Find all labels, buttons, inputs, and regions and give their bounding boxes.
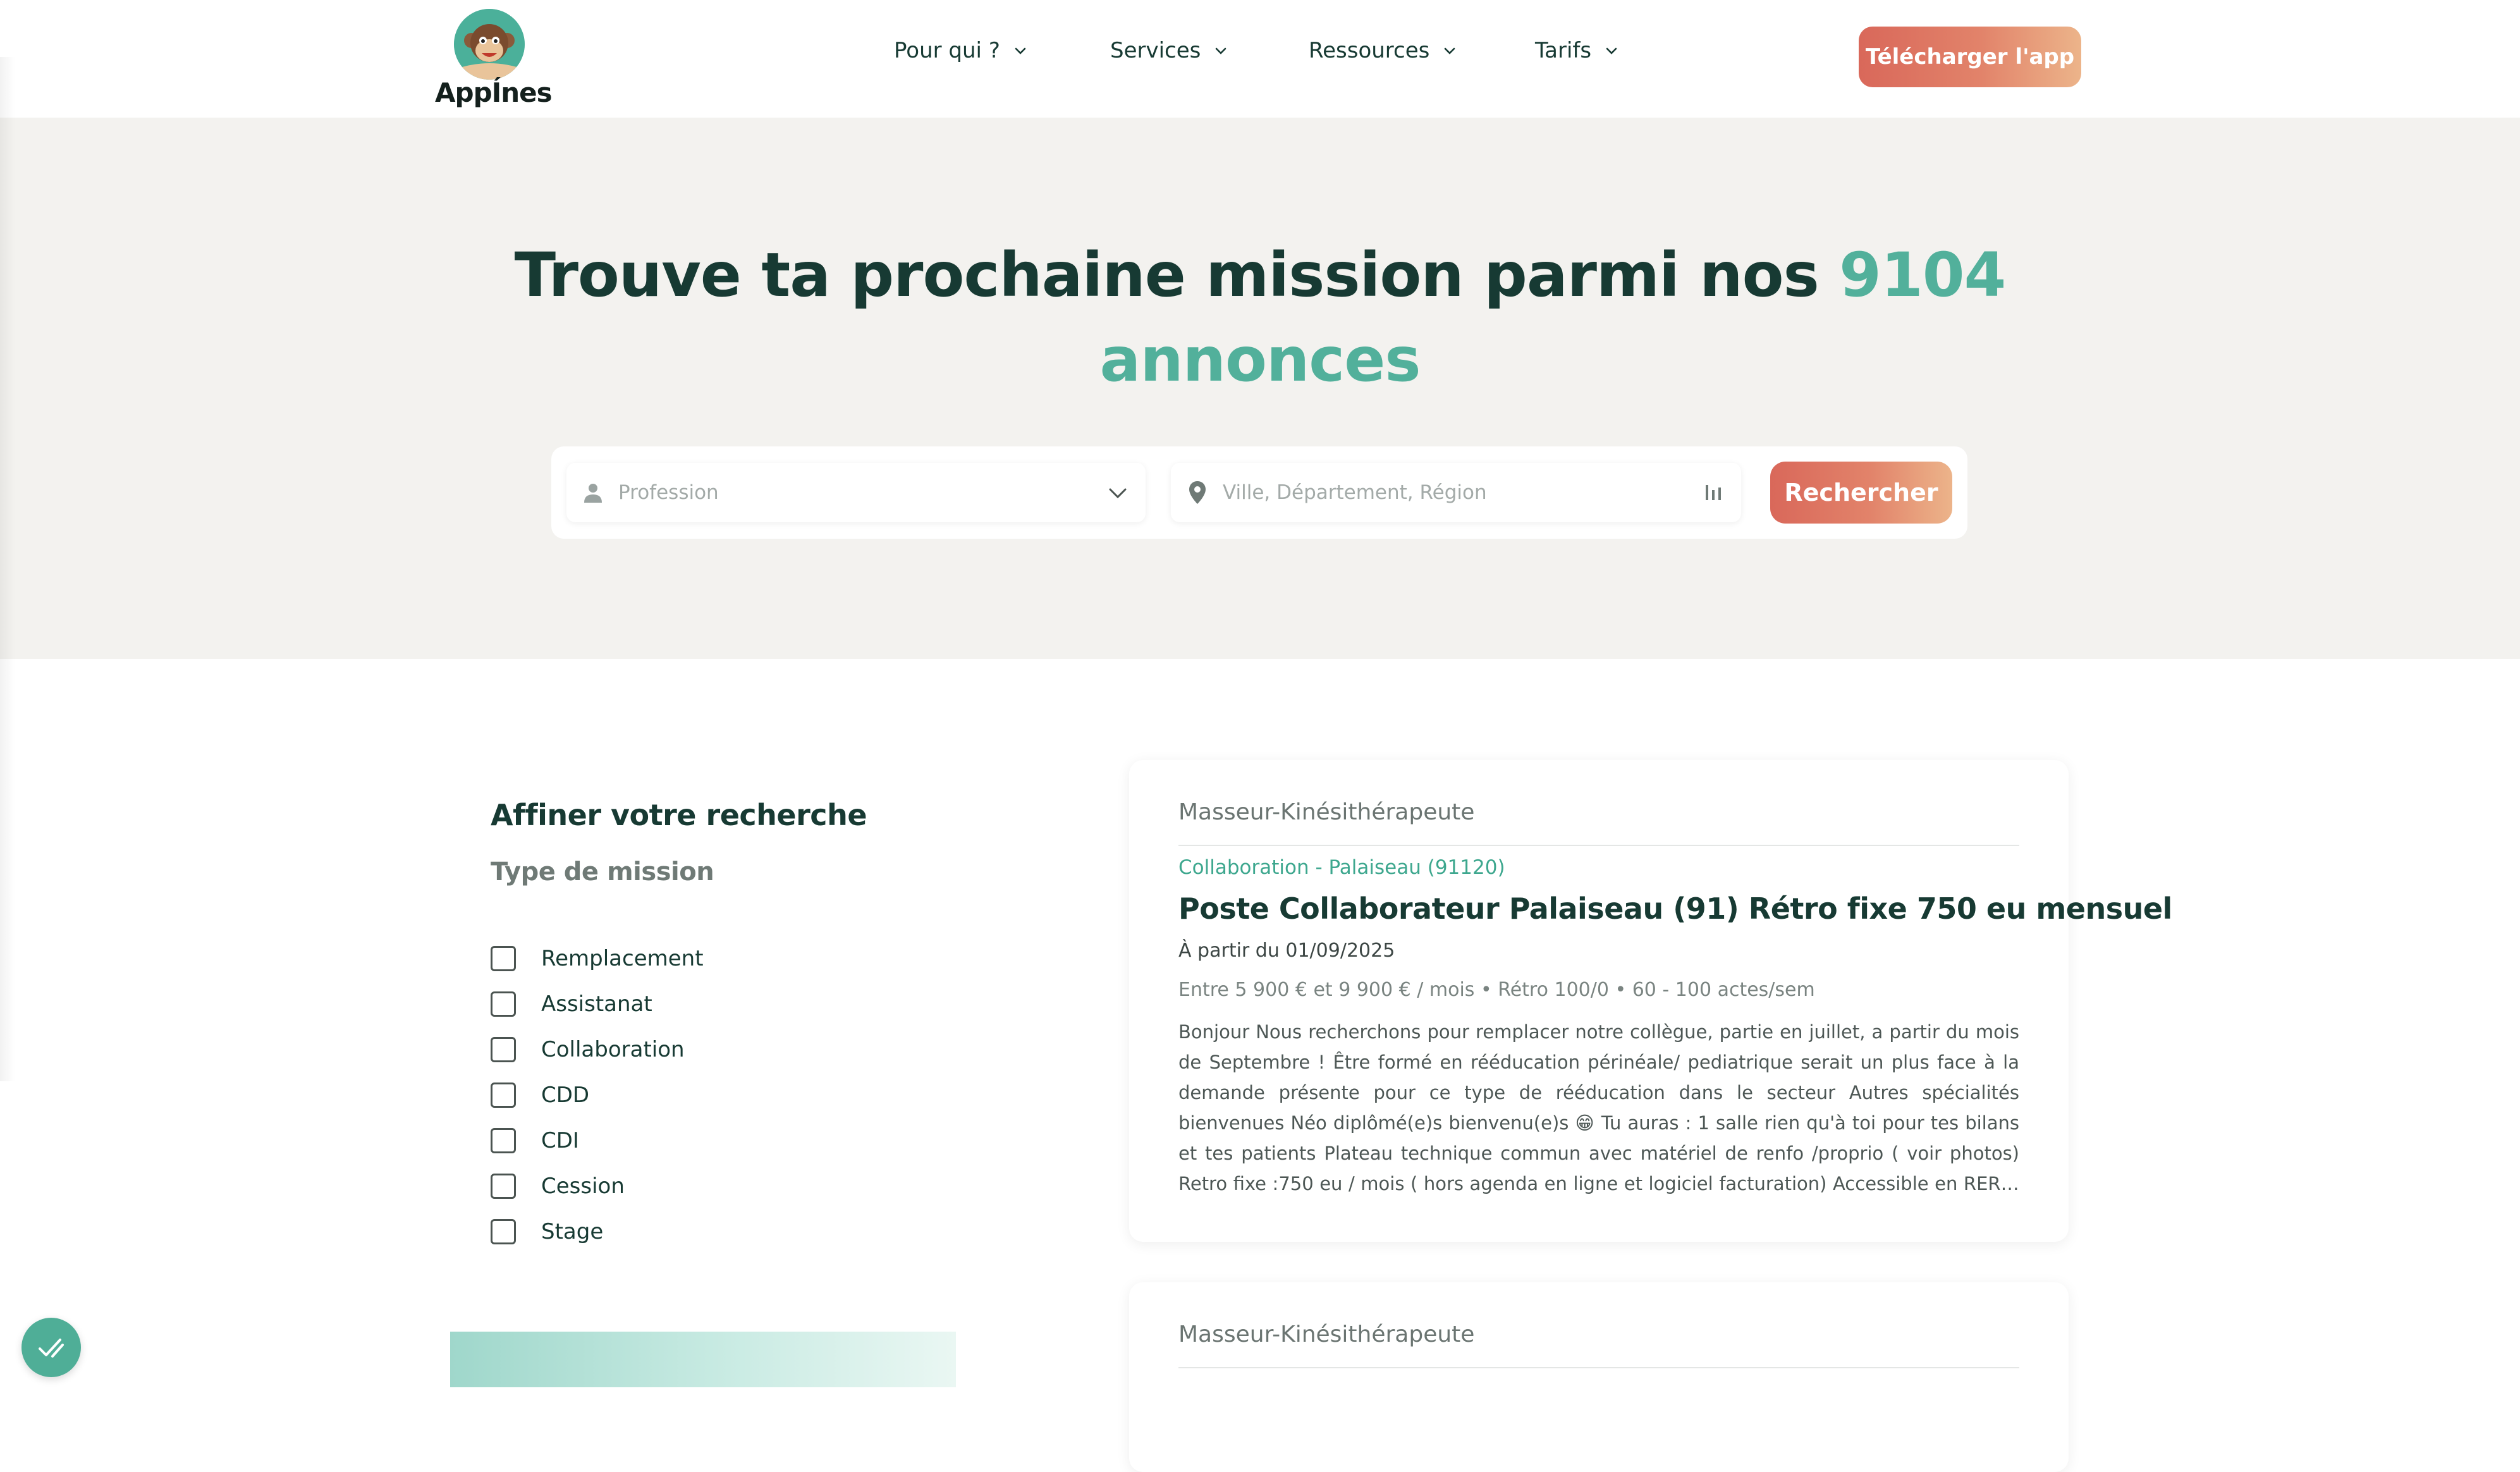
filter-option-cession[interactable]: Cession [491,1167,625,1205]
nav-item-label: Ressources [1309,38,1430,63]
listing-description: Bonjour Nous recherchons pour remplacer … [1178,1021,2019,1194]
filter-option-label: CDD [541,1083,590,1108]
hero-section: Trouve ta prochaine mission parmi nos 91… [0,118,2520,659]
chevron-down-icon [1015,47,1026,54]
monkey-logo-icon [454,9,525,80]
user-icon [584,484,602,503]
filter-option-label: CDI [541,1128,579,1153]
logo[interactable]: AppÍnes [435,9,553,110]
location-field[interactable] [1171,463,1741,522]
listing-count: 9104 [1839,240,2006,310]
chevron-down-icon [1445,47,1455,54]
listing-title[interactable]: Poste Collaborateur Palaiseau (91) Rétro… [1178,892,2172,926]
profession-input[interactable] [617,474,1105,512]
chevron-down-icon [1216,47,1226,54]
filter-option-label: Stage [541,1219,604,1244]
checkbox[interactable] [491,1219,516,1244]
listing-start-date: À partir du 01/09/2025 [1178,940,1395,962]
divider [1178,845,2019,846]
checkbox[interactable] [491,1128,516,1153]
divider [1178,1367,2019,1368]
filters-title: Affiner votre recherche [491,798,867,832]
hero-title: Trouve ta prochaine mission parmi nos 91… [0,233,2520,402]
hero-title-text: Trouve ta prochaine mission parmi nos [514,240,1820,310]
edge-shadow [0,57,15,1081]
checkbox[interactable] [491,1083,516,1108]
nav-item-services[interactable]: Services [1110,38,1230,63]
download-app-button[interactable]: Télécharger l'app [1859,27,2081,87]
checkbox[interactable] [491,1174,516,1199]
filter-option-label: Collaboration [541,1037,685,1062]
nav-item-label: Services [1110,38,1201,63]
brand-name: AppÍnes [435,77,553,108]
checkbox[interactable] [491,1037,516,1062]
filter-option-assistanat[interactable]: Assistanat [491,985,652,1023]
filter-option-cdd[interactable]: CDD [491,1076,589,1114]
location-input[interactable] [1221,474,1701,512]
job-listing-card[interactable]: Masseur-Kinésithérapeute Collaboration -… [1129,760,2172,1242]
job-listing-card[interactable]: Masseur-Kinésithérapeute [1129,1282,2069,1472]
map-pin-icon [1189,481,1206,504]
checkbox[interactable] [491,946,516,971]
nav-item-label: Tarifs [1535,38,1592,63]
site-header: AppÍnes Pour qui ? Services Ressources T… [0,0,2520,118]
profession-select[interactable] [566,463,1146,522]
listing-type-location: Collaboration - Palaiseau (91120) [1178,856,1505,879]
filter-option-label: Cession [541,1174,625,1199]
filter-option-collaboration[interactable]: Collaboration [491,1031,685,1069]
chevron-down-icon[interactable] [1105,480,1130,505]
listing-pay: Entre 5 900 € et 9 900 € / mois • Rétro … [1178,979,1815,1001]
geolocate-icon[interactable] [1701,480,1726,505]
filter-option-remplacement[interactable]: Remplacement [491,940,704,978]
nav-item-pour-qui[interactable]: Pour qui ? [894,38,1029,63]
nav-item-tarifs[interactable]: Tarifs [1535,38,1620,63]
nav-item-ressources[interactable]: Ressources [1309,38,1459,63]
search-bar: Rechercher [551,446,1967,539]
mission-type-label: Type de mission [491,857,714,886]
floating-action-button[interactable] [21,1318,81,1377]
checkbox[interactable] [491,991,516,1017]
chevron-down-icon [1606,47,1617,54]
listing-profession: Masseur-Kinésithérapeute [1178,1322,1475,1347]
filter-option-label: Remplacement [541,946,704,971]
filter-option-stage[interactable]: Stage [491,1213,603,1251]
nav-item-label: Pour qui ? [894,38,1000,63]
filter-option-label: Assistanat [541,991,652,1017]
promo-banner[interactable] [450,1332,956,1387]
filter-option-cdi[interactable]: CDI [491,1122,579,1160]
hero-title-suffix: annonces [1099,324,1421,395]
check-icon [39,1339,64,1358]
search-button[interactable]: Rechercher [1770,462,1952,524]
listing-profession: Masseur-Kinésithérapeute [1178,799,1475,825]
